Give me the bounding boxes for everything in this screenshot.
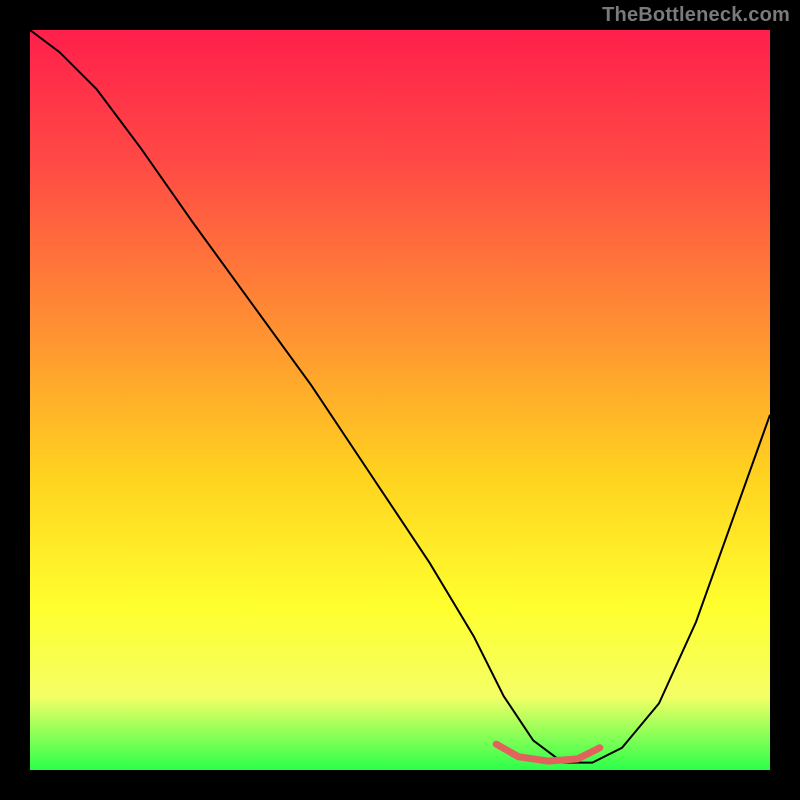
chart-svg xyxy=(30,30,770,770)
chart-frame xyxy=(30,30,770,770)
gradient-background xyxy=(30,30,770,770)
watermark-text: TheBottleneck.com xyxy=(602,4,790,27)
